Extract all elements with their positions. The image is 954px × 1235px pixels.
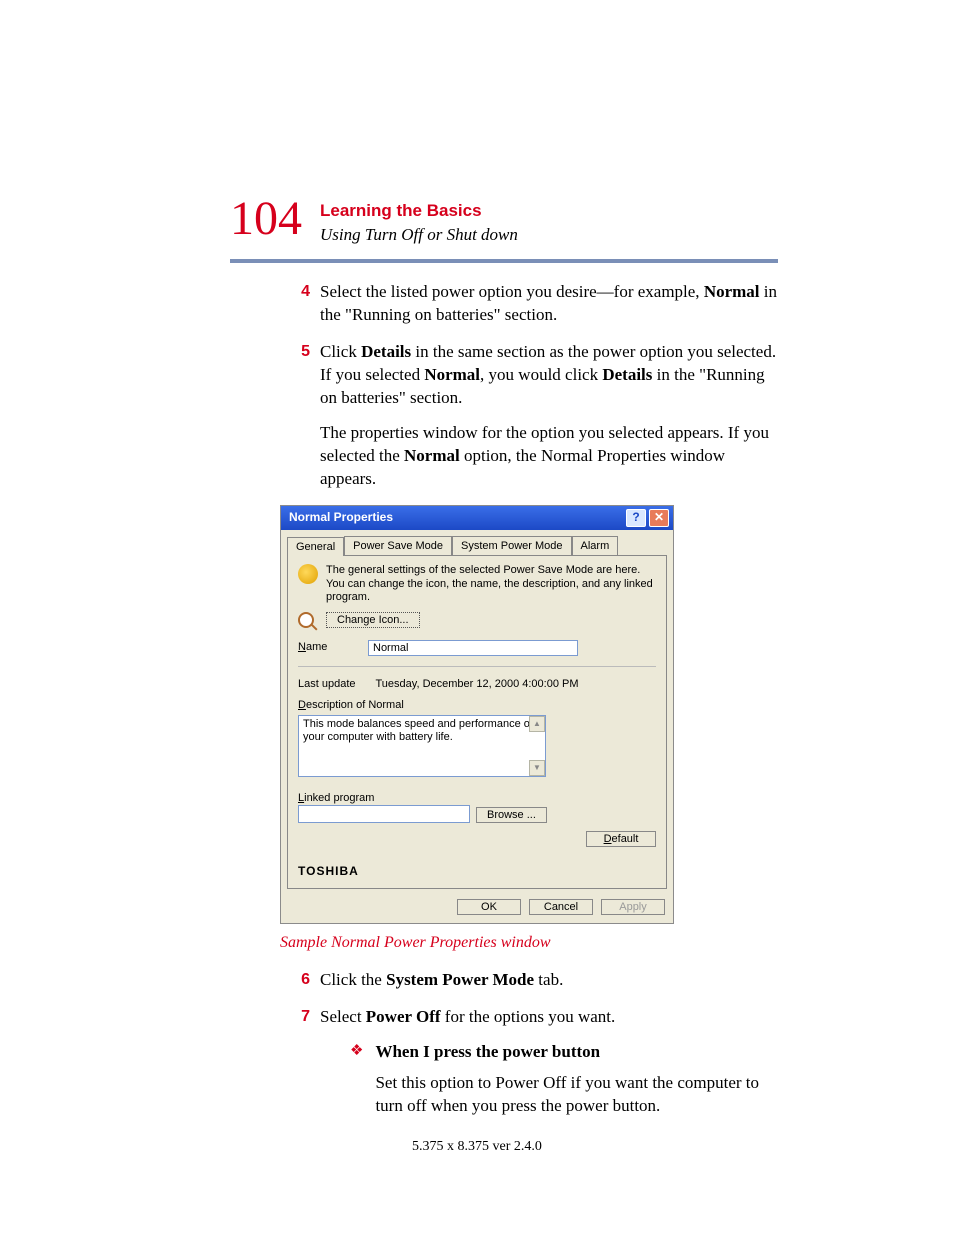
step-body: Click Details in the same section as the… [320,341,780,491]
text: tab. [534,970,563,989]
step-body: Select the listed power option you desir… [320,281,780,327]
text: , you would click [480,365,602,384]
step-5-p2: The properties window for the option you… [320,422,780,491]
text: for the options you want. [441,1007,616,1026]
button-label: Change Icon... [337,614,409,626]
description-textarea[interactable]: This mode balances speed and performance… [298,715,546,777]
last-update-label: Last update [298,677,356,692]
mode-icon [298,564,318,584]
bold-text: System Power Mode [386,970,534,989]
step-body: Click the System Power Mode tab. [320,969,780,992]
bold-text: Normal [404,446,460,465]
bold-text: Normal [424,365,480,384]
divider [298,666,656,667]
page-header: 104 Learning the Basics Using Turn Off o… [230,195,894,245]
name-label: Name [298,640,358,655]
section-title: Using Turn Off or Shut down [320,225,518,245]
close-button[interactable]: ✕ [649,509,669,527]
step-5: 5 Click Details in the same section as t… [280,341,780,491]
header-rule [230,259,778,263]
linked-program-row: Browse ... [298,805,656,823]
step-number: 6 [280,969,310,992]
header-titles: Learning the Basics Using Turn Off or Sh… [320,201,518,245]
tab-power-save-mode[interactable]: Power Save Mode [344,536,452,556]
step-number: 7 [280,1006,310,1126]
titlebar-buttons: ? ✕ [626,509,669,527]
dialog-titlebar: Normal Properties ? ✕ [281,506,673,530]
last-update-row: Last update Tuesday, December 12, 2000 4… [298,677,656,692]
properties-dialog-figure: Normal Properties ? ✕ General Power Save… [280,505,674,924]
browse-button[interactable]: Browse ... [476,807,547,823]
step-body: Select Power Off for the options you wan… [320,1006,780,1126]
sub-bullet-body: When I press the power button Set this o… [375,1041,780,1118]
page-footer: 5.375 x 8.375 ver 2.4.0 [0,1139,954,1155]
bold-text: Power Off [366,1007,441,1026]
chapter-title: Learning the Basics [320,201,518,221]
text: Select [320,1007,366,1026]
name-input[interactable] [368,640,578,656]
apply-button[interactable]: Apply [601,899,665,915]
change-icon-row: Change Icon... [298,612,656,632]
info-row: The general settings of the selected Pow… [298,564,656,604]
step-7-text: Select Power Off for the options you wan… [320,1006,780,1029]
dialog-button-row: OK Cancel Apply [281,895,673,923]
linked-program-input[interactable] [298,805,470,823]
bullet-title: When I press the power button [375,1042,600,1061]
tab-alarm[interactable]: Alarm [572,536,619,556]
linked-program-label: Linked program [298,791,656,806]
page: 104 Learning the Basics Using Turn Off o… [0,0,954,1235]
description-text: This mode balances speed and performance… [303,718,533,743]
button-label: Browse ... [487,809,536,821]
scroll-down-icon[interactable]: ▼ [529,760,545,776]
help-button[interactable]: ? [626,509,646,527]
content: 4 Select the listed power option you des… [280,281,780,1126]
magnifier-icon [298,612,318,632]
scroll-up-icon[interactable]: ▲ [529,716,545,732]
step-4: 4 Select the listed power option you des… [280,281,780,327]
step-6-text: Click the System Power Mode tab. [320,969,780,992]
brand-logo: TOSHIBA [298,863,656,879]
text: Click the [320,970,386,989]
change-icon-button[interactable]: Change Icon... [326,612,420,628]
page-number: 104 [230,195,302,243]
diamond-bullet-icon: ❖ [350,1041,363,1118]
tab-panel-general: The general settings of the selected Pow… [287,555,667,888]
text: Click [320,342,361,361]
step-number: 4 [280,281,310,327]
last-update-value: Tuesday, December 12, 2000 4:00:00 PM [376,677,579,692]
dialog-title: Normal Properties [289,509,393,525]
description-label: Description of Normal [298,698,656,713]
ok-button[interactable]: OK [457,899,521,915]
sub-bullet: ❖ When I press the power button Set this… [350,1041,780,1118]
cancel-button[interactable]: Cancel [529,899,593,915]
step-5-p1: Click Details in the same section as the… [320,341,780,410]
tab-system-power-mode[interactable]: System Power Mode [452,536,571,556]
info-text: The general settings of the selected Pow… [326,564,656,604]
name-row: Name [298,640,656,656]
step-number: 5 [280,341,310,491]
bold-text: Normal [704,282,760,301]
default-row: Default [298,831,656,847]
dialog-tabs: General Power Save Mode System Power Mod… [281,530,673,556]
text: Select the listed power option you desir… [320,282,704,301]
bullet-body: Set this option to Power Off if you want… [375,1072,780,1118]
figure-caption: Sample Normal Power Properties window [280,932,780,954]
step-7: 7 Select Power Off for the options you w… [280,1006,780,1126]
bold-text: Details [602,365,652,384]
step-6: 6 Click the System Power Mode tab. [280,969,780,992]
step-4-text: Select the listed power option you desir… [320,281,780,327]
close-icon: ✕ [654,509,664,525]
help-icon: ? [632,509,639,525]
default-button[interactable]: Default [586,831,656,847]
tab-general[interactable]: General [287,537,344,557]
bold-text: Details [361,342,411,361]
